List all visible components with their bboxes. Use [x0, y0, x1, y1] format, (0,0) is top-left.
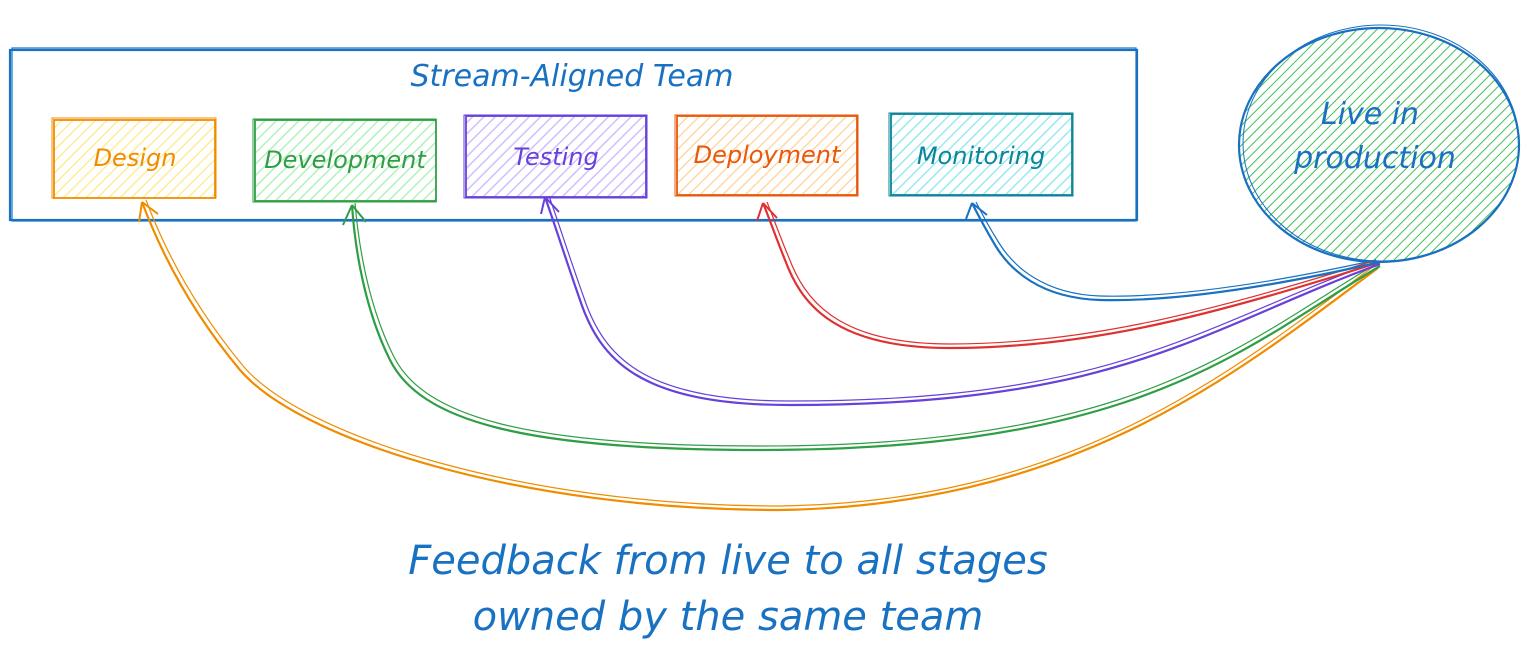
stage-label-testing: Testing	[513, 143, 599, 171]
feedback-arrows	[138, 195, 1381, 512]
live-production-node: Live in production	[1237, 24, 1521, 264]
stage-design: Design	[51, 117, 217, 199]
stage-testing: Testing	[463, 114, 648, 199]
stage-label-deployment: Deployment	[694, 141, 842, 169]
stage-development: Development	[252, 118, 437, 203]
live-label-line2: production	[1293, 141, 1456, 176]
live-label-line1: Live in	[1321, 97, 1419, 132]
caption-line1: Feedback from live to all stages	[408, 538, 1048, 584]
team-title: Stream-Aligned Team	[411, 59, 734, 94]
stage-label-monitoring: Monitoring	[917, 142, 1045, 170]
stage-monitoring: Monitoring	[888, 112, 1074, 197]
feedback-arrow-development	[342, 202, 1381, 452]
stage-deployment: Deployment	[674, 114, 859, 197]
caption-line2: owned by the same team	[473, 594, 984, 640]
feedback-arrow-design	[138, 199, 1379, 512]
diagram-canvas: Stream-Aligned Team Design Development T…	[8, 24, 1521, 640]
caption: Feedback from live to all stages owned b…	[408, 538, 1048, 640]
stage-label-development: Development	[264, 146, 427, 174]
stage-label-design: Design	[94, 144, 177, 172]
